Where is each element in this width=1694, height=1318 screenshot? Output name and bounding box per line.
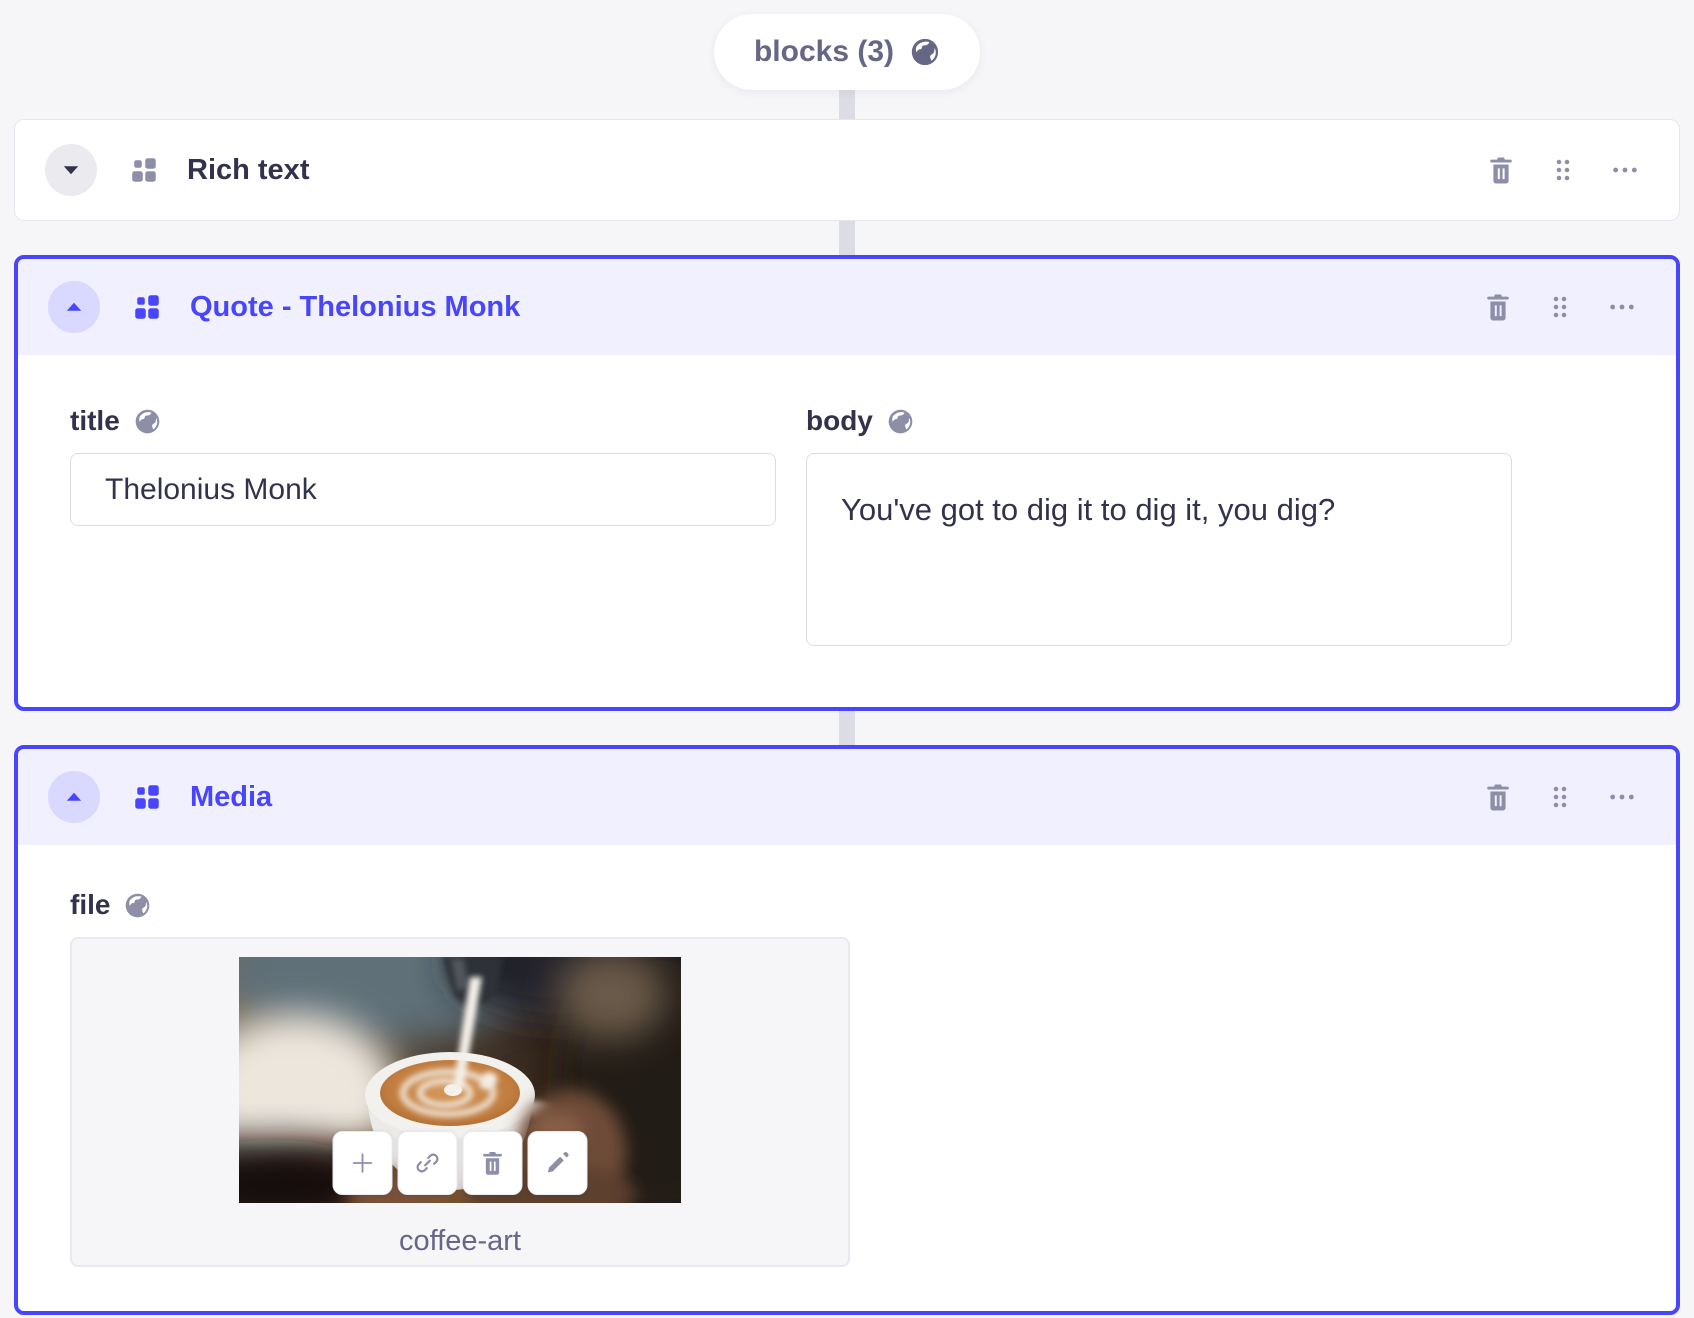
drag-handle[interactable] <box>1545 152 1581 188</box>
add-media-button[interactable] <box>332 1131 393 1195</box>
trash-icon <box>483 1152 502 1175</box>
plus-icon <box>352 1153 373 1173</box>
block-header[interactable]: Rich text <box>15 120 1679 220</box>
field-label: body <box>806 405 873 436</box>
delete-block-button[interactable] <box>1480 289 1516 325</box>
more-options-button[interactable] <box>1604 779 1640 815</box>
globe-icon <box>888 409 913 433</box>
delete-media-button[interactable] <box>462 1131 523 1195</box>
trash-icon <box>1487 784 1509 811</box>
more-options-button[interactable] <box>1607 152 1643 188</box>
block-title: Rich text <box>187 153 310 186</box>
globe-icon <box>911 38 939 66</box>
globe-icon <box>126 893 150 917</box>
connector-line <box>839 221 855 255</box>
collapse-toggle-button[interactable] <box>48 771 100 823</box>
block-type-grid-icon <box>132 158 156 182</box>
field-chip-label: blocks (3) <box>753 35 895 68</box>
body-textarea[interactable]: You've got to dig it to dig it, you dig? <box>806 453 1512 646</box>
ellipsis-icon <box>1610 304 1634 310</box>
caret-up-icon <box>66 302 82 311</box>
ellipsis-icon <box>1613 167 1637 173</box>
media-action-bar <box>332 1131 588 1195</box>
drag-dots-icon <box>1553 786 1567 808</box>
body-field: body You've got to dig it to dig it, you… <box>806 405 1512 651</box>
copy-link-button[interactable] <box>397 1131 458 1195</box>
caret-down-icon <box>63 166 79 175</box>
caret-up-icon <box>66 792 82 801</box>
drag-handle[interactable] <box>1542 779 1578 815</box>
media-filename: coffee-art <box>399 1225 521 1257</box>
drag-handle[interactable] <box>1542 289 1578 325</box>
trash-icon <box>1487 294 1509 321</box>
delete-block-button[interactable] <box>1480 779 1516 815</box>
globe-icon <box>135 409 160 433</box>
collapse-toggle-button[interactable] <box>48 281 100 333</box>
media-file-card: coffee-art <box>70 937 850 1267</box>
block-type-grid-icon <box>135 785 159 809</box>
pencil-icon <box>548 1152 569 1173</box>
more-options-button[interactable] <box>1604 289 1640 325</box>
expand-toggle-button[interactable] <box>45 144 97 196</box>
connector-line <box>839 90 855 119</box>
block-type-grid-icon <box>135 295 159 319</box>
delete-block-button[interactable] <box>1483 152 1519 188</box>
block-rich-text: Rich text <box>14 119 1680 221</box>
block-quote: Quote - Thelonius Monk title body <box>14 255 1680 711</box>
drag-dots-icon <box>1553 296 1567 318</box>
dynamic-zone-field-chip[interactable]: blocks (3) <box>713 14 981 90</box>
ellipsis-icon <box>1610 794 1634 800</box>
field-label: title <box>70 405 120 436</box>
title-input[interactable] <box>70 453 776 526</box>
block-title: Quote - Thelonius Monk <box>190 290 521 323</box>
link-icon <box>416 1153 439 1173</box>
block-media: Media file coffee-art <box>14 745 1680 1315</box>
block-title: Media <box>190 780 273 813</box>
media-preview <box>239 957 681 1203</box>
drag-dots-icon <box>1556 159 1570 181</box>
trash-icon <box>1490 157 1512 184</box>
block-header[interactable]: Media <box>18 749 1676 845</box>
field-label: file <box>70 889 111 920</box>
connector-line <box>839 711 855 745</box>
block-header[interactable]: Quote - Thelonius Monk <box>18 259 1676 355</box>
title-field: title <box>70 405 776 526</box>
edit-media-button[interactable] <box>527 1131 588 1195</box>
